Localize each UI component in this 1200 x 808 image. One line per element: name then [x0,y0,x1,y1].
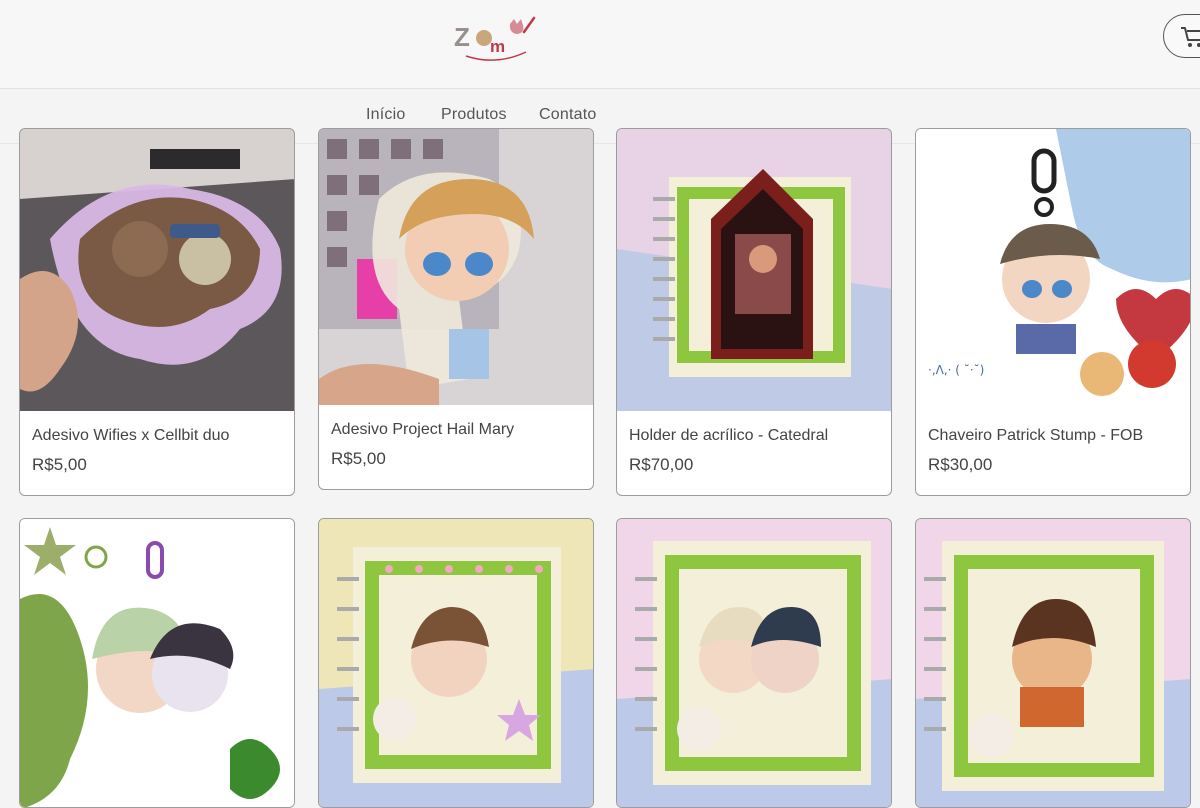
product-card[interactable] [318,518,594,808]
product-card[interactable] [915,518,1191,808]
product-image[interactable] [319,129,593,405]
product-image[interactable] [617,129,891,411]
product-card[interactable] [19,518,295,808]
store-logo[interactable]: Z m [452,12,540,66]
cart-icon [1181,27,1200,47]
product-card[interactable]: ·,ᐱ,· ( ˘·˘) Chaveiro Patrick Stump - FO… [915,128,1191,496]
cart-button[interactable] [1163,14,1200,58]
product-title[interactable]: Adesivo Wifies x Cellbit duo [32,427,229,445]
product-image[interactable]: ·,ᐱ,· ( ˘·˘) [916,129,1190,411]
product-title[interactable]: Chaveiro Patrick Stump - FOB [928,427,1143,445]
product-card[interactable]: Holder de acrílico - Catedral R$70,00 [616,128,892,496]
site-header: Z m [0,0,1200,89]
product-image[interactable] [319,519,593,807]
product-image[interactable] [20,129,294,411]
product-image[interactable] [20,519,294,807]
product-card[interactable]: Adesivo Wifies x Cellbit duo R$5,00 [19,128,295,496]
product-image[interactable] [916,519,1190,807]
product-price: R$70,00 [629,455,694,474]
svg-text:m: m [490,37,505,56]
product-image[interactable] [617,519,891,807]
product-price: R$30,00 [928,455,993,474]
product-card[interactable] [616,518,892,808]
nav-item-contato[interactable]: Contato [539,106,596,124]
svg-text:Z: Z [454,22,470,52]
nav-item-inicio[interactable]: Início [366,106,405,124]
product-card[interactable]: Adesivo Project Hail Mary R$5,00 [318,128,594,490]
product-title[interactable]: Holder de acrílico - Catedral [629,427,828,445]
product-price: R$5,00 [32,455,87,474]
product-title[interactable]: Adesivo Project Hail Mary [331,421,514,439]
product-price: R$5,00 [331,449,386,468]
svg-text:·,ᐱ,· ( ˘·˘): ·,ᐱ,· ( ˘·˘) [928,363,984,377]
nav-item-produtos[interactable]: Produtos [441,106,507,124]
